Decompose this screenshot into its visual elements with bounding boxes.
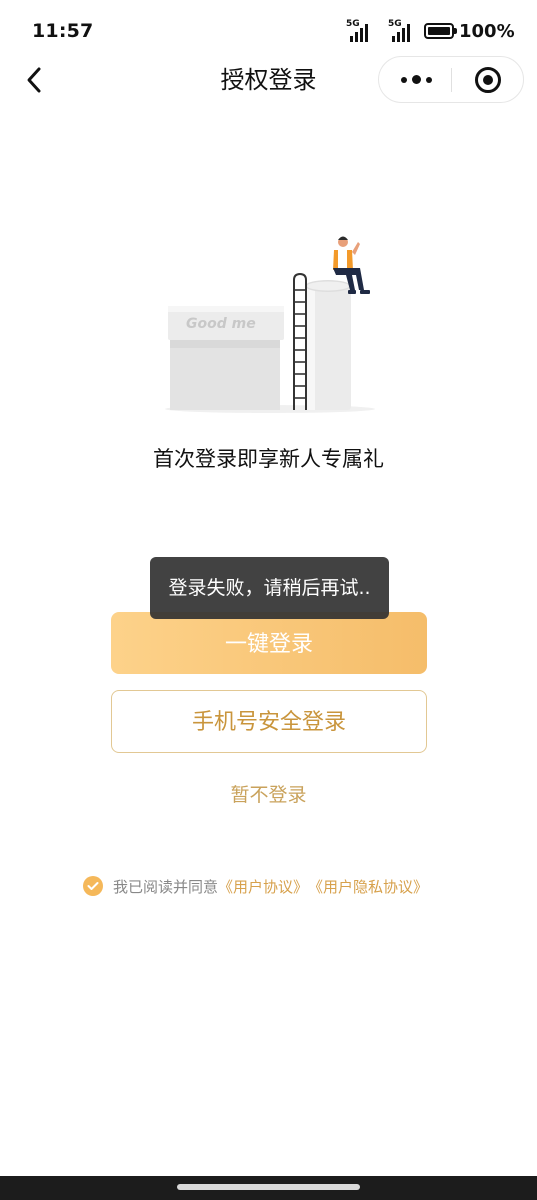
battery-icon	[424, 23, 457, 39]
system-navigation-bar	[0, 1176, 537, 1200]
one-click-login-button[interactable]: 一键登录	[111, 612, 427, 674]
brand-logo-text: Good me	[186, 316, 256, 332]
agreement-row: 我已阅读并同意 《用户协议》 《用户隐私协议》	[83, 873, 428, 899]
agreement-checkbox[interactable]	[83, 876, 103, 896]
status-bar: 11:57 5G 5G 100%	[0, 0, 537, 62]
home-indicator[interactable]	[177, 1184, 360, 1190]
signal-sim1-icon: 5G	[346, 20, 372, 42]
status-time: 11:57	[32, 20, 94, 42]
skip-login-link[interactable]: 暂不登录	[0, 780, 537, 810]
phone-login-button[interactable]: 手机号安全登录	[111, 690, 427, 753]
more-dots-icon	[400, 75, 432, 84]
chevron-left-icon	[27, 67, 41, 93]
agreement-prefix: 我已阅读并同意	[113, 877, 219, 896]
close-mini-program-button[interactable]	[475, 67, 501, 93]
back-button[interactable]	[16, 62, 52, 98]
more-button[interactable]	[399, 57, 433, 102]
error-toast: 登录失败，请稍后再试..	[150, 557, 389, 619]
privacy-agreement-link[interactable]: 《用户隐私协议》	[308, 876, 428, 897]
promo-text: 首次登录即享新人专属礼	[153, 447, 384, 471]
capsule-divider	[451, 68, 452, 92]
user-agreement-link[interactable]: 《用户协议》	[218, 876, 308, 897]
login-illustration: Good me	[160, 228, 380, 418]
battery-percent: 100%	[459, 21, 515, 42]
mini-program-capsule	[378, 56, 524, 103]
signal-sim2-icon: 5G	[388, 20, 414, 42]
checkmark-icon	[87, 882, 99, 890]
